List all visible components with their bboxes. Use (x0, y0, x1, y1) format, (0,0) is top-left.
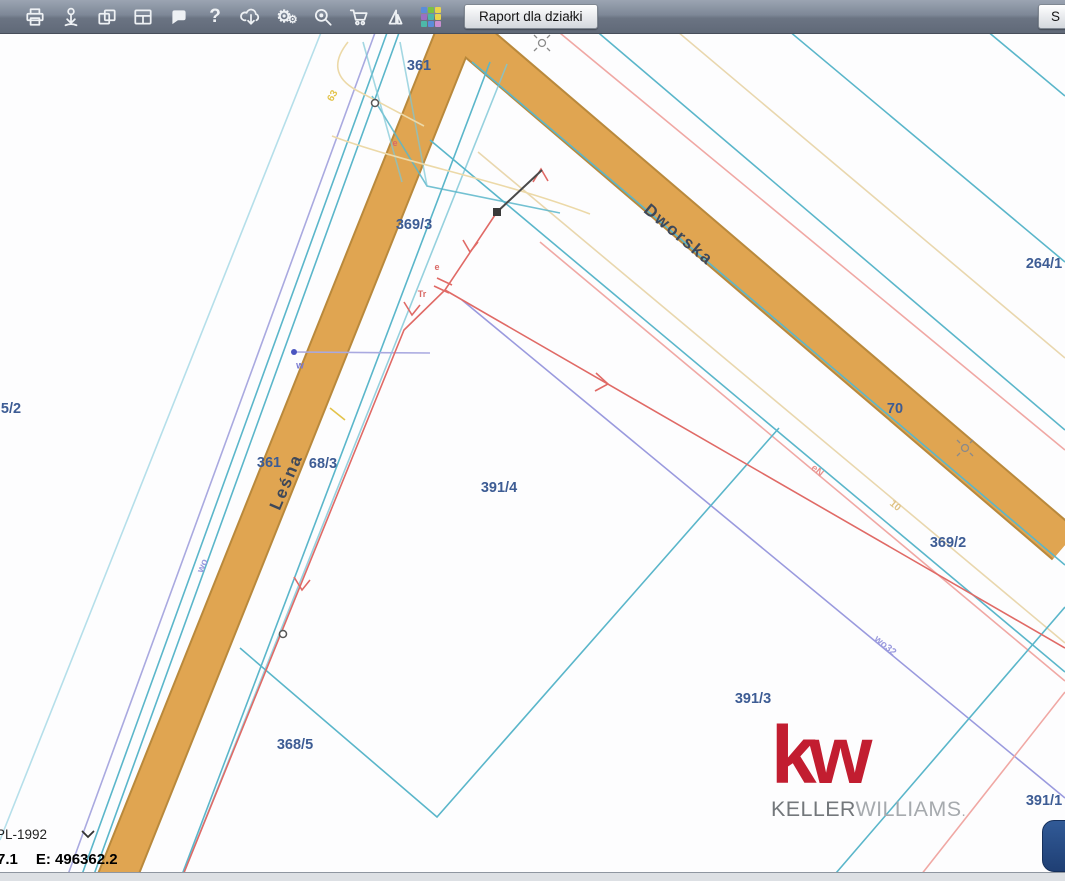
utility-label: Tr (418, 289, 427, 299)
duplicate-windows-icon[interactable] (94, 4, 120, 30)
bottom-right-partial-button[interactable] (1042, 820, 1065, 872)
settings-gears-icon[interactable]: ⚙⚙ (274, 4, 300, 30)
report-parcel-button[interactable]: Raport dla działki (464, 4, 598, 29)
pin-download-icon[interactable] (58, 4, 84, 30)
palette-icon[interactable] (418, 4, 444, 30)
utility-label: e (392, 138, 397, 148)
parcel-label: 68/3 (309, 456, 337, 472)
crs-selector[interactable]: PL-1992 (0, 827, 95, 842)
keller-williams-watermark: kw KELLERWILLIAMS. (771, 726, 966, 822)
chevron-down-icon (81, 830, 95, 839)
utility-label: e (434, 262, 439, 272)
partial-circle-icon[interactable] (0, 4, 12, 30)
comment-icon[interactable] (166, 4, 192, 30)
parcel-label: 5/2 (1, 401, 21, 417)
partial-right-button[interactable]: S (1038, 4, 1065, 29)
utility-label: w (296, 361, 304, 372)
parcel-label: 391/4 (481, 480, 517, 496)
parcel-label: 368/5 (277, 737, 313, 753)
cart-icon[interactable] (346, 4, 372, 30)
print-icon[interactable] (22, 4, 48, 30)
crs-label: PL-1992 (0, 827, 47, 842)
parcel-label: 391/1 (1026, 793, 1062, 809)
search-icon[interactable] (310, 4, 336, 30)
parcel-label: 369/2 (930, 535, 966, 551)
coordinates-readout: 7.1 E: 496362.2 (0, 851, 118, 868)
parcel-label: 70 (887, 401, 903, 417)
parcel-label: 391/3 (735, 691, 771, 707)
parcel-label: 361 (257, 455, 281, 471)
parcel-label: 361 (407, 58, 431, 74)
help-icon[interactable]: ? (202, 4, 228, 30)
measure-area-icon[interactable] (382, 4, 408, 30)
toolbar: ? ⚙⚙ Raport dla działki S (0, 0, 1065, 34)
kw-wordmark: KELLERWILLIAMS. (771, 797, 966, 822)
east-coordinate: E: 496362.2 (36, 851, 118, 868)
layout-panels-icon[interactable] (130, 4, 156, 30)
north-fragment: 7.1 (0, 851, 18, 868)
parcel-label: 369/3 (396, 217, 432, 233)
parcel-label: 264/1 (1026, 256, 1062, 272)
kw-logo: kw (771, 726, 966, 785)
cloud-download-icon[interactable] (238, 4, 264, 30)
